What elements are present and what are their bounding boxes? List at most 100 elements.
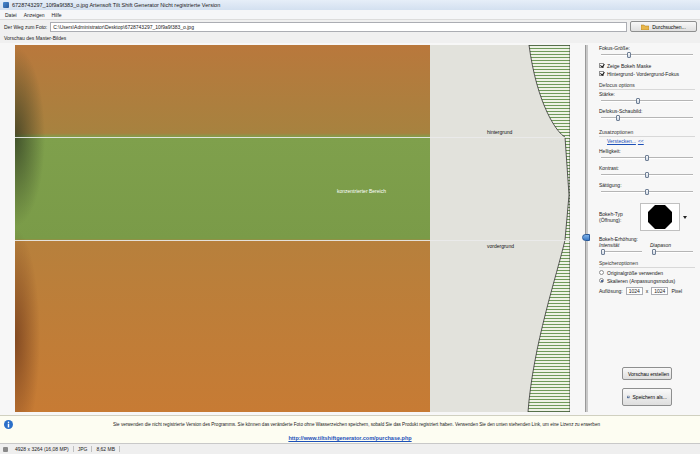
slider-label: Diapason (650, 242, 695, 248)
status-bar: 4928 x 3264 (16,08 MP)JPG8,62 MB (0, 443, 700, 454)
menu-bar: Datei Anzeigen Hilfe (0, 10, 700, 20)
slider-row: Kontrast: (599, 165, 695, 181)
checkbox[interactable] (599, 63, 604, 68)
slider[interactable] (601, 98, 693, 104)
menu-item[interactable]: Hilfe (52, 12, 62, 18)
checkbox-row[interactable]: Zeige Bokeh Maske (599, 62, 695, 69)
dropdown-arrow-icon[interactable] (683, 216, 687, 219)
path-label: Der Weg zum Foto: (4, 24, 47, 30)
mask-area (430, 45, 570, 412)
hide-link[interactable]: Verstecken...<< (599, 138, 695, 145)
app-icon (3, 2, 9, 8)
radio-button[interactable] (599, 270, 604, 275)
resolution-label: Auflösung: (599, 288, 623, 294)
save-button[interactable]: Speichern als... (622, 388, 672, 406)
zone-label: konzentrierter Bereich (337, 188, 386, 194)
radio-button[interactable] (599, 278, 604, 283)
checkbox[interactable] (599, 71, 604, 76)
button-label: Vorschau erstellen (628, 371, 669, 377)
window-title: 6728743297_10f9a9f383_o.jpg Artensoft Ti… (12, 2, 220, 8)
slider[interactable] (601, 249, 642, 255)
slider-thumb[interactable] (645, 172, 649, 178)
preview-canvas[interactable]: hintergrund konzentrierter Bereich vorderg… (15, 45, 570, 412)
slider-thumb[interactable] (616, 115, 620, 121)
radio-row[interactable]: Skalieren (Anpassungsmodus) (599, 277, 695, 284)
bokeh-select[interactable] (640, 203, 680, 231)
slider-row: Fokus-Größe: (599, 45, 695, 61)
focus-position-slider[interactable] (581, 45, 591, 412)
slider-thumb[interactable] (645, 155, 649, 161)
info-text: Sie verwenden die nicht registrierte Ver… (17, 422, 696, 427)
group-heading: Defocus options (599, 82, 695, 90)
checkbox-label: Hintergrund- Vordergrund-Fokus (607, 71, 679, 77)
main-area: hintergrund konzentrierter Bereich vorderg… (0, 43, 700, 415)
link-label[interactable]: Verstecken... (607, 138, 636, 145)
bokeh-boost-row: Bokeh-Erhöhung:Intensität Diapason (599, 236, 695, 255)
slider-row: Intensität (599, 242, 644, 255)
focus-curve (527, 45, 570, 412)
octagon-aperture-icon (648, 205, 672, 229)
status-item: JPG (74, 446, 93, 452)
settings-panel: Fokus-Größe: Zeige Bokeh Maske Hintergrund… (596, 45, 698, 412)
height-field[interactable]: 1024 (651, 287, 668, 295)
path-row: Der Weg zum Foto:C:\Users\Administrator\… (0, 20, 700, 33)
slider-thumb[interactable] (645, 189, 649, 195)
slider-thumb[interactable] (582, 234, 590, 241)
slider-thumb[interactable] (636, 98, 640, 104)
group-heading: Zusatzoptionen (599, 129, 695, 137)
folder-icon (641, 24, 649, 30)
slider-label: Helligkeit: (599, 148, 695, 154)
slider-row: Defokus-Schaubild: (599, 108, 695, 124)
slider-label: Kontrast: (599, 165, 695, 171)
menu-item[interactable]: Anzeigen (24, 12, 45, 18)
slider-label: Defokus-Schaubild: (599, 108, 695, 114)
checkbox-row[interactable]: Hintergrund- Vordergrund-Fokus (599, 70, 695, 77)
width-field[interactable]: 1024 (626, 287, 643, 295)
slider[interactable] (601, 172, 693, 178)
preview-button[interactable]: Vorschau erstellen (622, 367, 672, 380)
checkbox-label: Zeige Bokeh Maske (607, 63, 651, 69)
floppy-disk-icon (627, 392, 630, 402)
photo (15, 45, 430, 412)
slider[interactable] (601, 189, 693, 195)
slider-label: Sättigung: (599, 182, 695, 188)
zone-label: hintergrund (487, 129, 512, 135)
app-window: 6728743297_10f9a9f383_o.jpg Artensoft Ti… (0, 0, 700, 454)
slider-row: Helligkeit: (599, 148, 695, 164)
bokeh-boost-label: Bokeh-Erhöhung: (599, 236, 695, 242)
slider-row: Diapason (650, 242, 695, 255)
radio-row[interactable]: Originalgröße verwenden (599, 269, 695, 276)
slider-thumb[interactable] (601, 249, 605, 255)
purchase-link[interactable]: http://www.tiltshiftgenerator.com/purcha… (288, 435, 411, 441)
bokeh-label: Bokeh-Typ (Öffnung): (599, 211, 637, 223)
status-item: 8,62 MB (92, 446, 120, 452)
preview-title: Vorschau des Master-Bildes (0, 33, 700, 43)
collapse-icon[interactable]: << (638, 138, 644, 145)
browse-button[interactable]: Durchsuchen... (630, 21, 697, 32)
title-bar: 6728743297_10f9a9f383_o.jpg Artensoft Ti… (0, 0, 700, 10)
bokeh-type-row: Bokeh-Typ (Öffnung): (599, 203, 695, 231)
zone-label: vordergrund (487, 243, 514, 249)
radio-label: Skalieren (Anpassungsmodus) (607, 278, 675, 284)
slider-label: Fokus-Größe: (599, 45, 695, 51)
slider[interactable] (601, 155, 693, 161)
slider[interactable] (601, 52, 693, 58)
image-info-icon (3, 447, 8, 452)
times-sign: x (646, 288, 649, 294)
button-label: Speichern als... (633, 394, 667, 400)
resolution-row: Auflösung:1024x1024Pixel (599, 287, 695, 295)
unit-label: Pixel (671, 288, 682, 294)
slider[interactable] (652, 249, 693, 255)
slider-label: Intensität (599, 242, 644, 248)
slider-label: Stärke: (599, 91, 695, 97)
slider[interactable] (601, 115, 693, 121)
status-item: 4928 x 3264 (16,08 MP) (11, 446, 74, 452)
focus-boundary-line[interactable] (15, 137, 570, 138)
slider-thumb[interactable] (652, 249, 656, 255)
focus-boundary-line[interactable] (15, 240, 570, 241)
menu-item[interactable]: Datei (5, 12, 17, 18)
slider-thumb[interactable] (627, 52, 631, 58)
path-field[interactable]: C:\Users\Administrator\Desktop\672874329… (50, 22, 627, 32)
purchase-link-row: http://www.tiltshiftgenerator.com/purcha… (0, 433, 700, 443)
browse-label: Durchsuchen... (652, 24, 686, 30)
